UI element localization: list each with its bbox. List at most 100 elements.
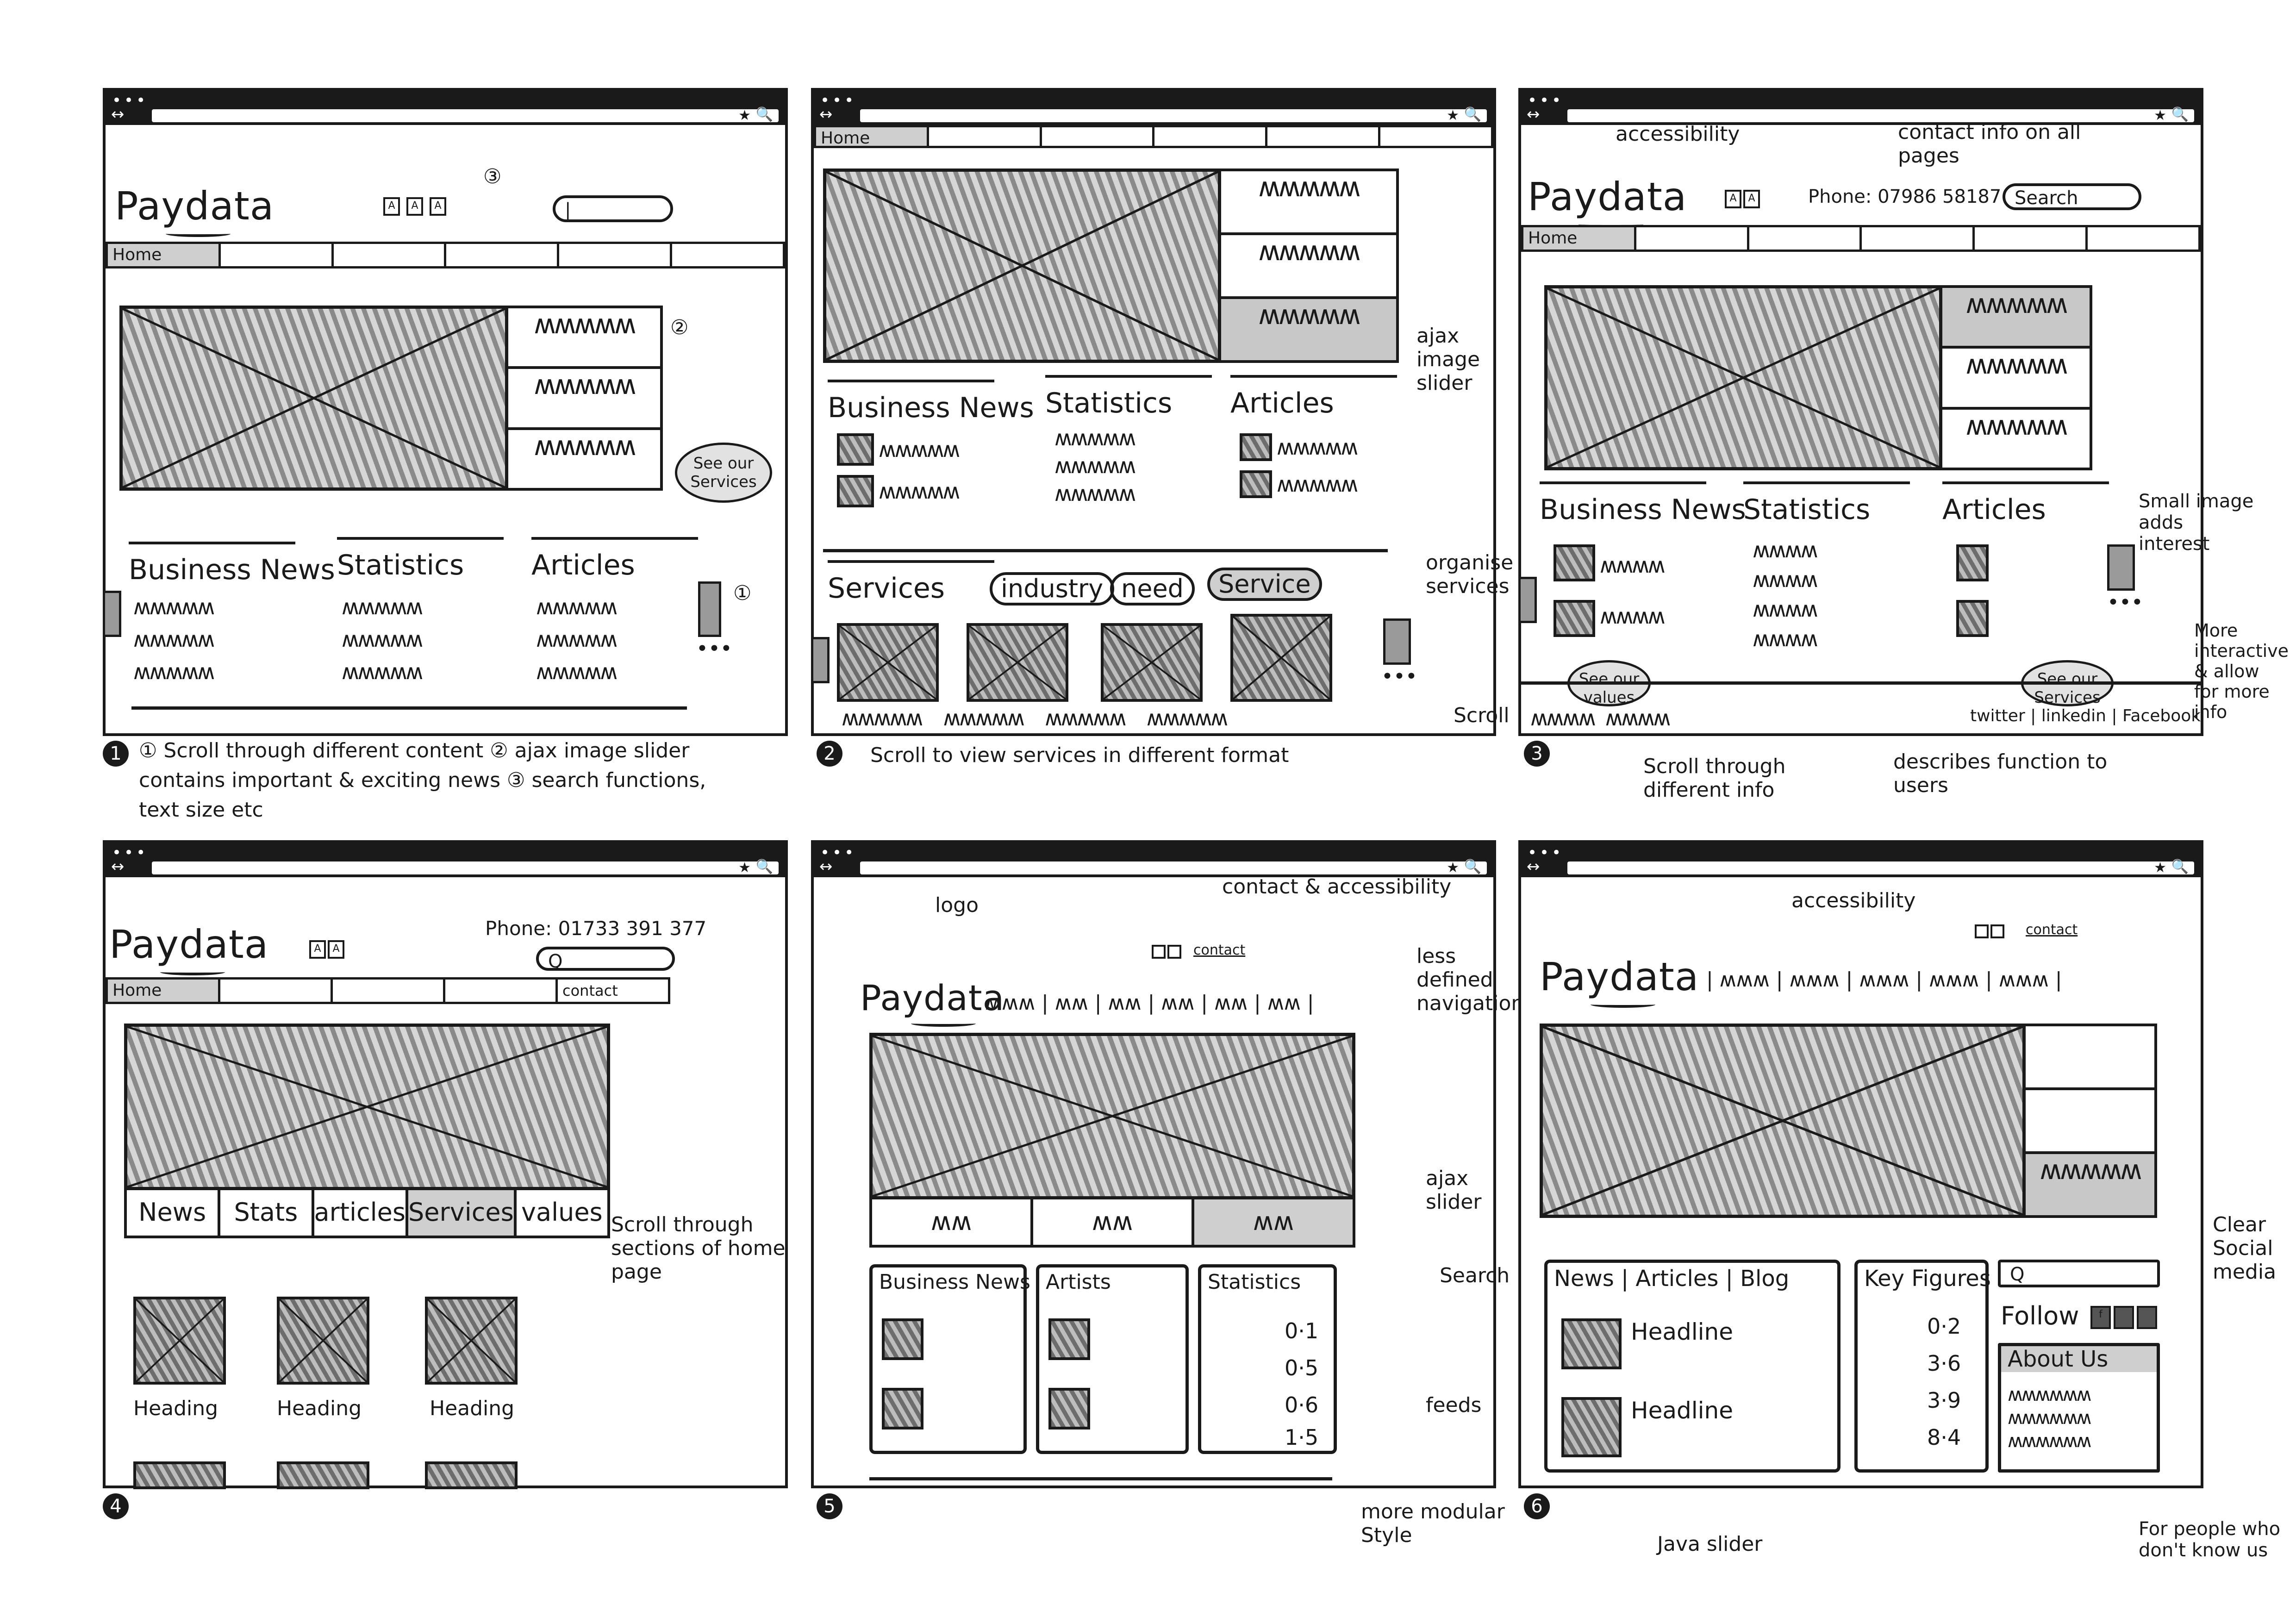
- stats-list[interactable]: ʍʍʍʍʍ ʍʍʍʍʍ ʍʍʍʍʍ: [1054, 424, 1136, 507]
- accessibility-icon[interactable]: [1167, 945, 1181, 959]
- card-image[interactable]: [277, 1297, 369, 1385]
- module-artists[interactable]: Artists: [1036, 1264, 1189, 1454]
- slider-thumb[interactable]: ʍʍʍʍʍ: [508, 308, 660, 369]
- nav-arrows-icon[interactable]: ↔: [1527, 859, 1540, 874]
- slider-tab-active[interactable]: ʍʍ: [1194, 1199, 1353, 1245]
- nav-arrows-icon[interactable]: ↔: [111, 106, 125, 122]
- card-image[interactable]: [425, 1297, 518, 1385]
- star-icon[interactable]: ★: [738, 860, 751, 876]
- logo[interactable]: Paydata: [1528, 174, 1687, 228]
- nav-item[interactable]: [1636, 227, 1749, 250]
- article-thumb[interactable]: [1048, 1388, 1090, 1429]
- twitter-icon[interactable]: [2114, 1306, 2134, 1329]
- card-heading[interactable]: Heading: [277, 1397, 362, 1420]
- main-nav[interactable]: Home: [106, 242, 785, 268]
- accessibility-icon[interactable]: A: [328, 940, 344, 959]
- nav-item[interactable]: [1749, 227, 1862, 250]
- scroll-left-button[interactable]: [811, 637, 830, 683]
- address-bar[interactable]: ★ 🔍: [1567, 859, 2194, 876]
- nav-item[interactable]: [1975, 227, 2088, 250]
- news-thumb[interactable]: [837, 433, 874, 466]
- address-bar[interactable]: ★ 🔍: [152, 106, 779, 124]
- pager-dots[interactable]: •••: [2107, 591, 2143, 614]
- filter-need[interactable]: need: [1110, 572, 1195, 606]
- star-icon[interactable]: ★: [738, 107, 751, 124]
- headline-thumb[interactable]: [1561, 1318, 1622, 1369]
- main-nav[interactable]: ʍʍʍ | ʍʍ | ʍʍ | ʍʍ | ʍʍ | ʍʍ |: [985, 991, 1314, 1015]
- news-list[interactable]: ʍʍʍʍ ʍʍʍʍ: [1600, 540, 1665, 642]
- tab-services[interactable]: Services: [408, 1190, 517, 1236]
- slider-tab[interactable]: ʍʍ: [872, 1199, 1033, 1245]
- nav-item[interactable]: [1862, 227, 1975, 250]
- nav-item[interactable]: [220, 980, 333, 1002]
- slider-thumb[interactable]: ʍʍʍʍʍ: [1221, 171, 1396, 235]
- star-icon[interactable]: ★: [2154, 860, 2166, 876]
- news-tabs[interactable]: News | Articles | Blog: [1554, 1266, 1789, 1292]
- slider-thumb[interactable]: ʍʍʍʍʍ: [1221, 235, 1396, 299]
- nav-item[interactable]: [333, 980, 445, 1002]
- stats-list[interactable]: ʍʍʍʍʍ ʍʍʍʍʍ ʍʍʍʍʍ: [342, 591, 423, 688]
- service-card[interactable]: [1101, 623, 1203, 702]
- nav-arrows-icon[interactable]: ↔: [819, 106, 833, 122]
- news-thumb[interactable]: [1554, 544, 1595, 581]
- scroll-left-button[interactable]: [1518, 577, 1537, 623]
- news-thumb[interactable]: [882, 1318, 923, 1360]
- nav-item[interactable]: [1154, 127, 1268, 146]
- hero-image-slider[interactable]: [869, 1033, 1355, 1199]
- search-icon[interactable]: 🔍: [1464, 106, 1481, 123]
- service-card[interactable]: [837, 623, 939, 702]
- logo[interactable]: Paydata: [860, 977, 1004, 1027]
- article-thumb[interactable]: [1956, 544, 1989, 581]
- logo[interactable]: Paydata: [1540, 954, 1699, 1008]
- stats-list[interactable]: ʍʍʍʍ ʍʍʍʍ ʍʍʍʍ ʍʍʍʍ: [1753, 535, 1818, 654]
- nav-home[interactable]: Home: [1523, 227, 1636, 250]
- main-nav[interactable]: Home: [1521, 225, 2201, 252]
- text-size-icon[interactable]: [1152, 945, 1166, 959]
- star-icon[interactable]: ★: [2154, 107, 2166, 124]
- tab-stats[interactable]: Stats: [220, 1190, 314, 1236]
- logo[interactable]: Paydata: [109, 922, 268, 975]
- card-image[interactable]: [133, 1297, 226, 1385]
- nav-item[interactable]: [559, 244, 673, 266]
- nav-contact[interactable]: contact: [558, 980, 668, 1002]
- pager-dots[interactable]: •••: [1381, 665, 1417, 688]
- about-module[interactable]: About Us ʍʍʍʍʍʍ ʍʍʍʍʍʍ ʍʍʍʍʍʍ: [1998, 1343, 2160, 1473]
- tab-news[interactable]: News: [127, 1190, 221, 1236]
- news-list[interactable]: ʍʍʍʍʍ ʍʍʍʍʍ: [879, 429, 960, 512]
- slider-thumbnails[interactable]: ʍʍʍʍʍ ʍʍʍʍʍ ʍʍʍʍʍ: [505, 306, 663, 491]
- text-size-icon[interactable]: A: [1725, 190, 1741, 208]
- card-image[interactable]: [425, 1461, 518, 1489]
- nav-item[interactable]: [1042, 127, 1155, 146]
- news-thumb[interactable]: [1554, 600, 1595, 637]
- nav-item[interactable]: [929, 127, 1042, 146]
- tab-articles[interactable]: articles: [314, 1190, 409, 1236]
- services-cloud[interactable]: See our Services: [675, 443, 772, 503]
- footer-links[interactable]: ʍʍʍʍ ʍʍʍʍ: [1530, 702, 1671, 734]
- scroll-right-button[interactable]: [2107, 544, 2135, 591]
- slider-thumb[interactable]: [2026, 1090, 2154, 1154]
- address-bar[interactable]: ★ 🔍: [860, 106, 1487, 124]
- accessibility-icon[interactable]: [1990, 924, 2004, 938]
- service-card[interactable]: [967, 623, 1068, 702]
- module-statistics[interactable]: Statistics 0·1 0·5 0·6 1·5: [1198, 1264, 1337, 1454]
- tab-values[interactable]: values: [517, 1190, 607, 1236]
- article-thumb[interactable]: [1048, 1318, 1090, 1360]
- nav-item[interactable]: [2088, 227, 2198, 250]
- slider-thumb-active[interactable]: ʍʍʍʍʍ: [2026, 1154, 2154, 1215]
- text-size-icon[interactable]: A: [383, 197, 400, 216]
- nav-home[interactable]: Home: [108, 244, 221, 266]
- slider-thumb[interactable]: ʍʍʍʍʍ: [1942, 410, 2090, 468]
- facebook-icon[interactable]: f: [2090, 1306, 2111, 1329]
- hero-image-slider[interactable]: [119, 306, 508, 491]
- filter-service[interactable]: Service: [1207, 568, 1322, 601]
- slider-thumb-active[interactable]: ʍʍʍʍʍ: [1221, 299, 1396, 360]
- search-input[interactable]: Search: [2003, 183, 2141, 210]
- nav-item[interactable]: [1267, 127, 1381, 146]
- nav-arrows-icon[interactable]: ↔: [1527, 106, 1540, 122]
- main-nav[interactable]: | ʍʍʍ | ʍʍʍ | ʍʍʍ | ʍʍʍ | ʍʍʍ |: [1706, 968, 2062, 992]
- search-icon[interactable]: 🔍: [2171, 106, 2189, 123]
- slider-tabs[interactable]: ʍʍ ʍʍ ʍʍ: [869, 1197, 1355, 1248]
- service-card[interactable]: [1230, 614, 1332, 702]
- nav-item[interactable]: [334, 244, 447, 266]
- article-thumb[interactable]: [1956, 600, 1989, 637]
